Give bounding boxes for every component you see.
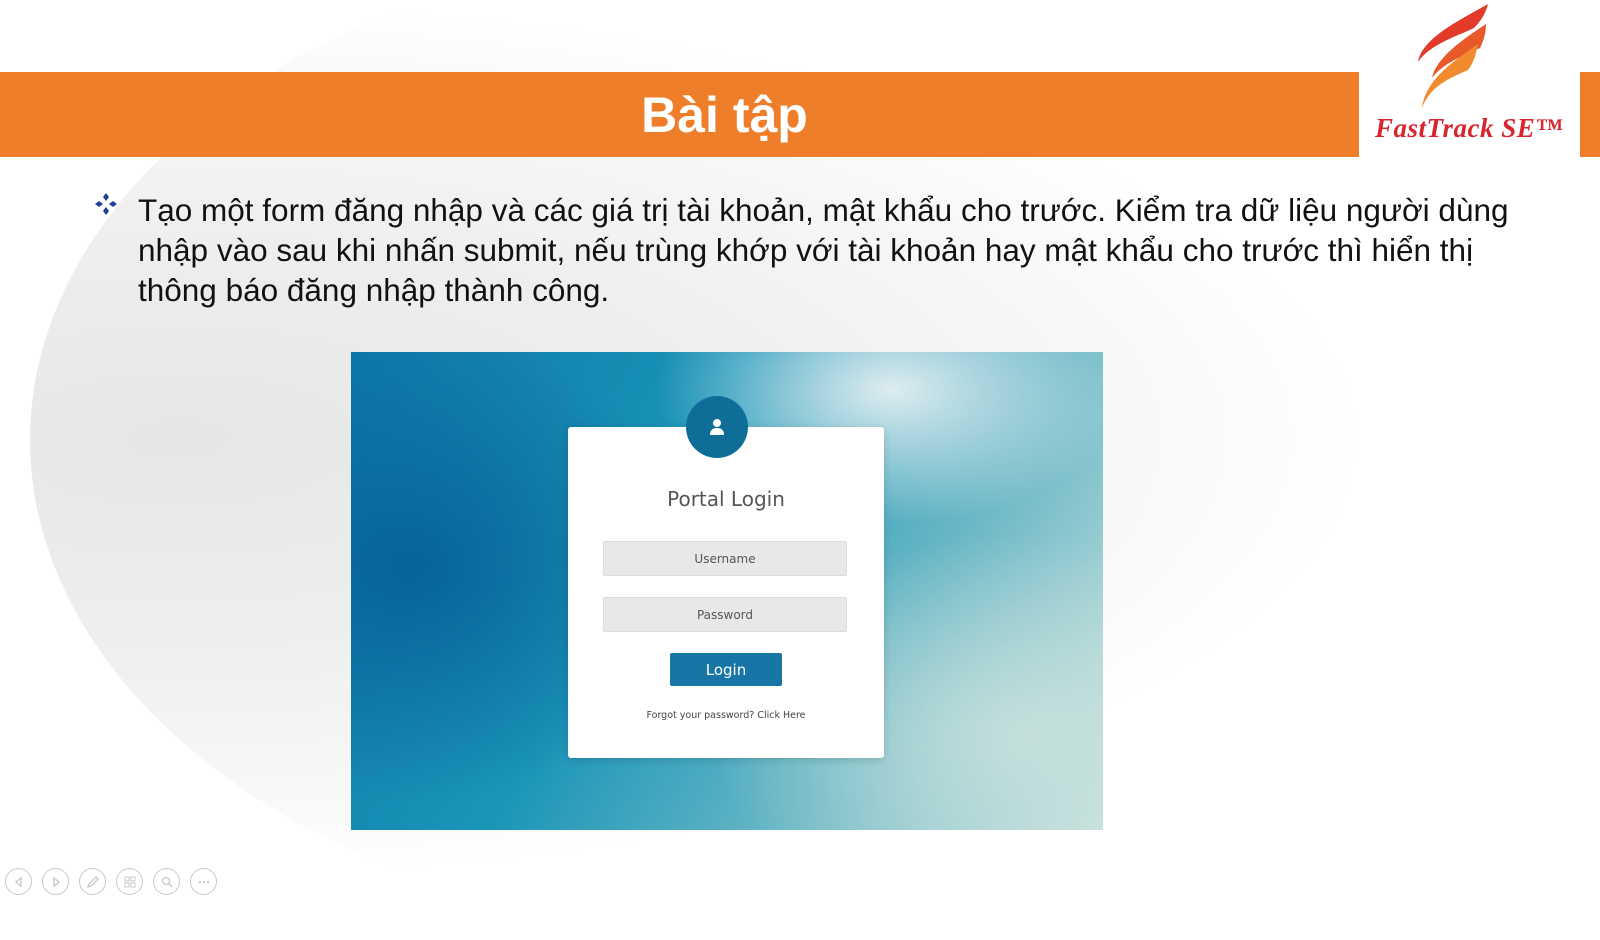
- slide-title: Bài tập: [641, 86, 808, 143]
- pen-icon[interactable]: [79, 868, 106, 895]
- bullet-text: Tạo một form đăng nhập và các giá trị tà…: [138, 192, 1509, 308]
- logo-text: FastTrack SE™: [1375, 113, 1563, 143]
- diamond-bullet-icon: [94, 192, 118, 216]
- login-card: Portal Login Login Forgot your password?…: [568, 427, 884, 758]
- username-field[interactable]: [603, 541, 847, 576]
- next-icon[interactable]: [42, 868, 69, 895]
- title-bar: Bài tập: [0, 72, 1359, 157]
- slides-icon[interactable]: [116, 868, 143, 895]
- portal-login-title: Portal Login: [667, 487, 785, 511]
- forgot-password-link[interactable]: Forgot your password? Click Here: [568, 710, 884, 721]
- slideshow-controls: [5, 868, 217, 898]
- login-button[interactable]: Login: [670, 653, 782, 686]
- password-field[interactable]: [603, 597, 847, 632]
- zoom-icon[interactable]: [153, 868, 180, 895]
- login-screenshot: Portal Login Login Forgot your password?…: [351, 352, 1103, 830]
- user-avatar-icon: [686, 396, 748, 458]
- more-icon[interactable]: [190, 868, 217, 895]
- previous-icon[interactable]: [5, 868, 32, 895]
